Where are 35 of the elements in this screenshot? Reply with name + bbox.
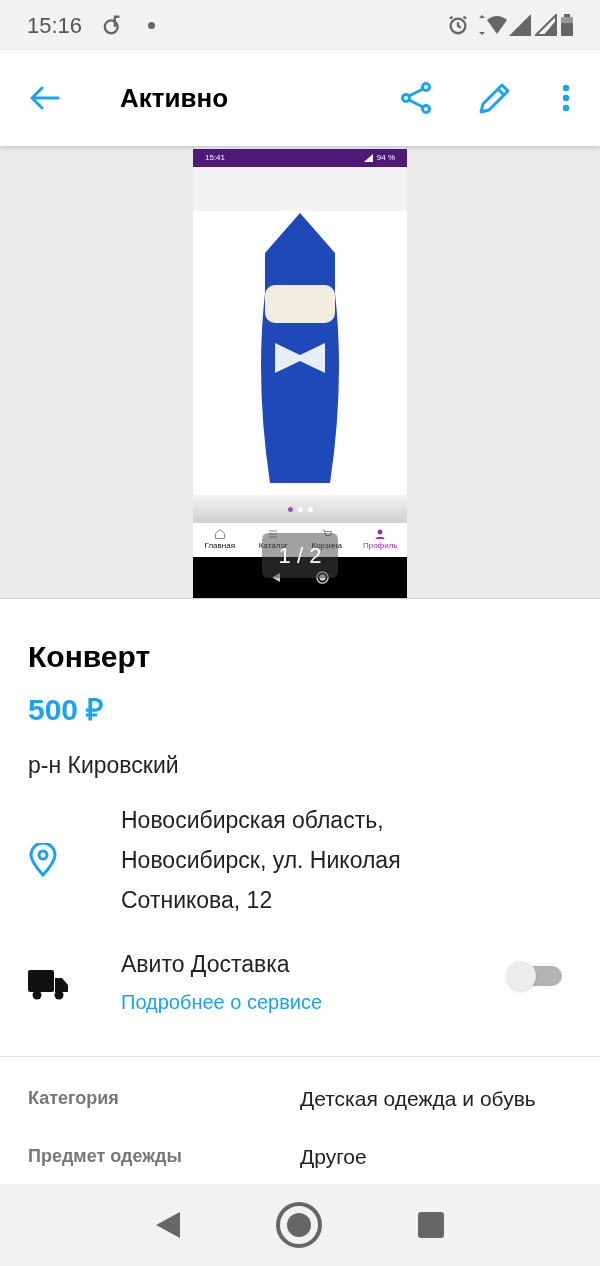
location-pin-icon — [28, 842, 58, 877]
delivery-toggle[interactable] — [506, 960, 562, 991]
signal-icon — [535, 14, 557, 36]
signal-icon — [509, 14, 531, 36]
listing-title: Конверт — [28, 639, 152, 675]
more-icon[interactable] — [562, 84, 570, 112]
home-icon — [213, 528, 226, 540]
dot-icon — [148, 21, 156, 29]
truck-icon — [28, 969, 68, 1000]
param-value: Детская одежда и обувь — [300, 1085, 536, 1112]
back-icon — [271, 573, 280, 582]
battery-icon — [561, 14, 573, 36]
param-value: Другое — [300, 1143, 367, 1170]
service-details-link[interactable]: Подробнее о сервисе — [121, 987, 323, 1016]
screen-title: Активно — [120, 81, 229, 115]
home-button-icon[interactable] — [275, 1201, 323, 1249]
param-name: Категория — [28, 1087, 120, 1110]
screenshot-battery: 94 % — [376, 152, 395, 164]
nav-tab[interactable]: Главная — [193, 528, 247, 552]
alarm-icon — [447, 14, 469, 36]
share-icon[interactable] — [400, 82, 432, 114]
signal-icon — [363, 154, 373, 162]
home-button-icon — [315, 571, 329, 584]
delivery-title: Авито Доставка — [121, 949, 291, 979]
address: Новосибирская область, Новосибирск, ул. Николая Сотникова, 12 — [121, 805, 402, 915]
district: р-н Кировский — [28, 751, 180, 780]
nav-tab[interactable]: Профиль — [353, 528, 407, 552]
pencil-icon[interactable] — [478, 81, 512, 115]
back-arrow-icon[interactable] — [30, 86, 60, 110]
param-name: Предмет одежды — [28, 1145, 183, 1168]
person-icon — [374, 528, 387, 540]
screenshot-time: 15:41 — [205, 152, 226, 164]
back-icon[interactable] — [156, 1212, 180, 1238]
status-time: 15:16 — [27, 11, 83, 40]
listing-price: 500 ₽ — [28, 692, 105, 728]
